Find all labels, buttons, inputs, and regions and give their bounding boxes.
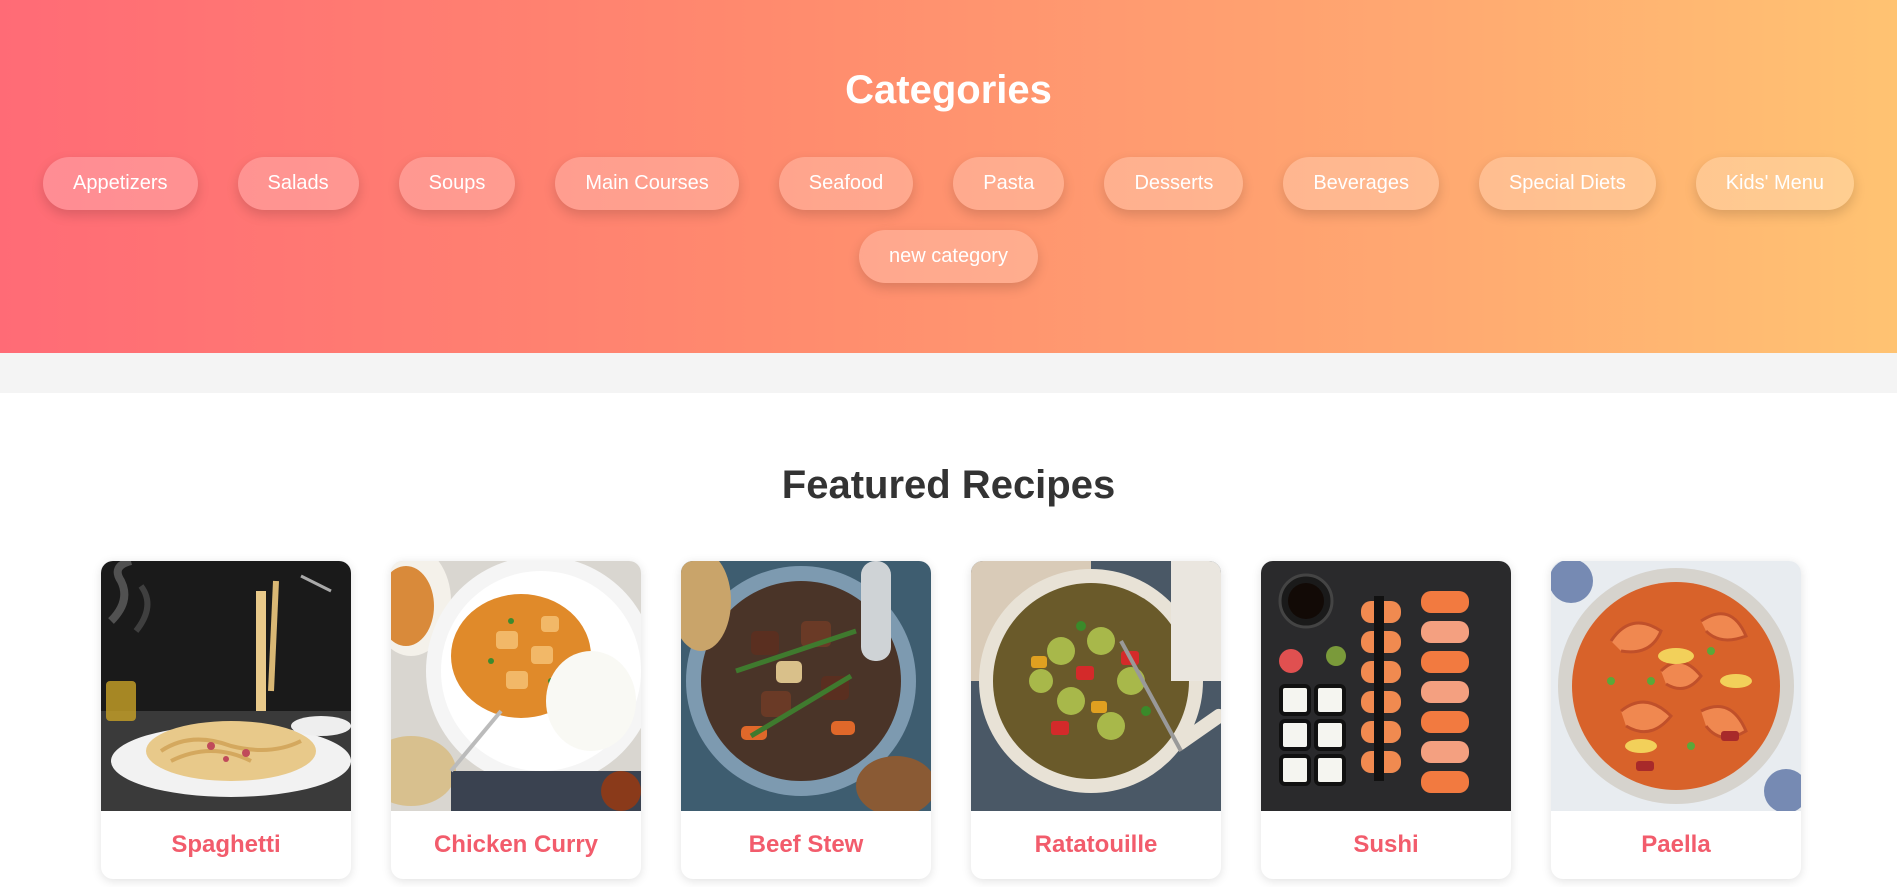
- recipe-name: Sushi: [1353, 831, 1419, 858]
- recipe-card-spaghetti[interactable]: Spaghetti: [101, 561, 351, 879]
- new-category-button[interactable]: new category: [859, 230, 1038, 283]
- recipe-name: Ratatouille: [1034, 831, 1158, 858]
- category-desserts[interactable]: Desserts: [1104, 157, 1244, 210]
- category-list: Appetizers Salads Soups Main Courses Sea…: [0, 157, 1897, 210]
- category-beverages[interactable]: Beverages: [1283, 157, 1439, 210]
- category-special-diets[interactable]: Special Diets: [1478, 157, 1656, 210]
- category-appetizers[interactable]: Appetizers: [43, 157, 198, 210]
- categories-section: Categories Appetizers Salads Soups Main …: [0, 0, 1897, 353]
- spaghetti-image: [101, 561, 351, 811]
- featured-recipes-section: Featured Recipes Spaghetti Chicken Curry…: [0, 393, 1897, 887]
- chicken-curry-image: [391, 561, 641, 811]
- featured-recipes-title: Featured Recipes: [781, 463, 1116, 507]
- category-seafood[interactable]: Seafood: [778, 157, 914, 210]
- beef-stew-image: [681, 561, 931, 811]
- recipe-card-beef-stew[interactable]: Beef Stew: [681, 561, 931, 879]
- category-pasta[interactable]: Pasta: [953, 157, 1065, 210]
- recipe-grid: Spaghetti Chicken Curry Beef Stew Ratato…: [101, 561, 1801, 879]
- category-main-courses[interactable]: Main Courses: [555, 157, 739, 210]
- new-category-row: new category: [0, 230, 1897, 283]
- recipe-card-ratatouille[interactable]: Ratatouille: [971, 561, 1221, 879]
- section-divider: [0, 353, 1897, 393]
- recipe-name: Paella: [1641, 831, 1711, 858]
- recipe-card-paella[interactable]: Paella: [1551, 561, 1801, 879]
- paella-image: [1551, 561, 1801, 811]
- categories-title: Categories: [845, 68, 1052, 112]
- recipe-name: Spaghetti: [171, 831, 281, 858]
- category-soups[interactable]: Soups: [398, 157, 516, 210]
- sushi-image: [1261, 561, 1511, 811]
- recipe-card-sushi[interactable]: Sushi: [1261, 561, 1511, 879]
- category-kids-menu[interactable]: Kids' Menu: [1695, 157, 1854, 210]
- category-salads[interactable]: Salads: [237, 157, 359, 210]
- recipe-name: Chicken Curry: [433, 831, 599, 858]
- ratatouille-image: [971, 561, 1221, 811]
- recipe-name: Beef Stew: [748, 831, 864, 858]
- recipe-card-chicken-curry[interactable]: Chicken Curry: [391, 561, 641, 879]
